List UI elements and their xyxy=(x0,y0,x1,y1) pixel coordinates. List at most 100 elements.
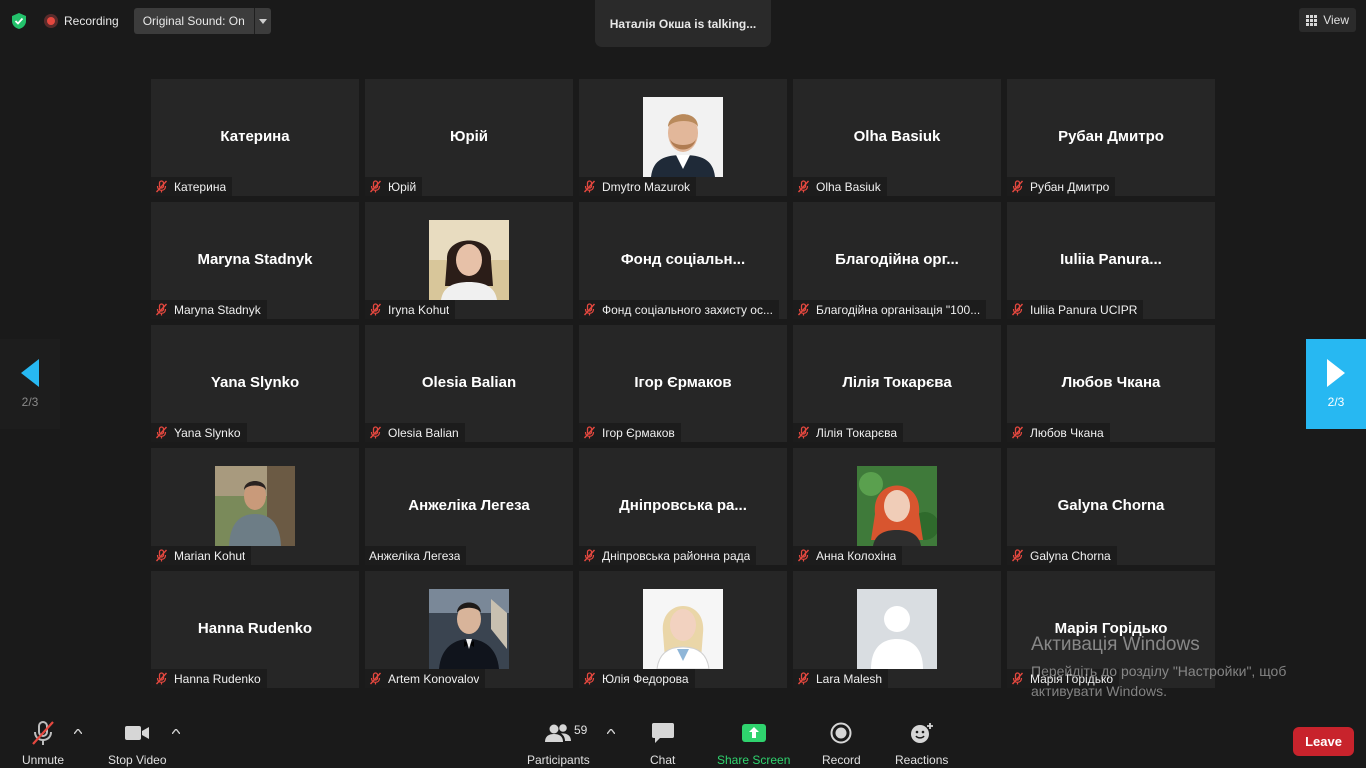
participant-photo xyxy=(429,589,509,669)
top-left-status: Recording Original Sound: On xyxy=(8,8,271,34)
participant-tile[interactable]: Анжеліка Легеза Анжеліка Легеза xyxy=(365,448,573,565)
participant-name-label: Катерина xyxy=(151,177,233,196)
stop-video-label: Stop Video xyxy=(108,753,167,767)
stop-video-button[interactable]: Stop Video xyxy=(108,720,167,767)
participant-name-text: Рубан Дмитро xyxy=(1030,179,1110,194)
audio-options-caret-icon[interactable] xyxy=(73,726,83,736)
participant-display-name: Hanna Rudenko xyxy=(197,620,313,637)
previous-page-button[interactable]: 2/3 xyxy=(0,339,60,429)
video-options-caret-icon[interactable] xyxy=(171,726,181,736)
chat-label: Chat xyxy=(650,753,676,767)
participant-display-name: Любов Чкана xyxy=(1061,374,1161,391)
participant-name-label: Любов Чкана xyxy=(1007,423,1110,442)
participants-options-caret-icon[interactable] xyxy=(606,726,616,736)
original-sound-button[interactable]: Original Sound: On xyxy=(134,8,254,34)
record-button[interactable]: Record xyxy=(822,720,861,767)
muted-mic-icon xyxy=(797,672,816,685)
participant-name-text: Marian Kohut xyxy=(174,548,246,563)
leave-button[interactable]: Leave xyxy=(1293,727,1354,756)
participant-display-name: Maryna Stadnyk xyxy=(197,251,313,268)
participant-name-text: Maryna Stadnyk xyxy=(174,302,261,317)
participant-photo xyxy=(215,466,295,546)
participant-name-text: Юрій xyxy=(388,179,417,194)
muted-mic-icon xyxy=(583,303,602,316)
reactions-button[interactable]: Reactions xyxy=(895,720,948,767)
participant-photo xyxy=(857,466,937,546)
muted-mic-icon xyxy=(369,672,388,685)
participant-display-name: Galyna Chorna xyxy=(1057,497,1165,514)
participant-tile[interactable]: Hanna Rudenko Hanna Rudenko xyxy=(151,571,359,688)
share-screen-button[interactable]: Share Screen xyxy=(717,720,790,767)
record-label: Record xyxy=(822,753,861,767)
participant-display-name: Юрій xyxy=(449,128,489,145)
participant-name-label: Maryna Stadnyk xyxy=(151,300,267,319)
muted-mic-icon xyxy=(1011,180,1030,193)
next-page-button[interactable]: 2/3 xyxy=(1306,339,1366,429)
muted-mic-icon xyxy=(155,549,174,562)
participant-display-name: Дніпровська ра... xyxy=(619,497,747,514)
participant-tile[interactable]: Iryna Kohut xyxy=(365,202,573,319)
participant-tile[interactable]: Рубан Дмитро Рубан Дмитро xyxy=(1007,79,1215,196)
participant-tile[interactable]: Катерина Катерина xyxy=(151,79,359,196)
muted-mic-icon xyxy=(155,303,174,316)
participant-name-text: Olesia Balian xyxy=(388,425,459,440)
participant-tile[interactable]: Ігор Єрмаков Ігор Єрмаков xyxy=(579,325,787,442)
participant-tile[interactable]: Лілія Токарєва Лілія Токарєва xyxy=(793,325,1001,442)
participant-tile[interactable]: Благодійна орг... Благодійна організація … xyxy=(793,202,1001,319)
participant-display-name: Olesia Balian xyxy=(421,374,517,391)
participant-name-text: Dmytro Mazurok xyxy=(602,179,691,194)
participant-name-label: Galyna Chorna xyxy=(1007,546,1117,565)
participant-name-label: Фонд соціального захисту ос... xyxy=(579,300,779,319)
recording-dot-icon xyxy=(44,14,58,28)
participant-name-label: Marian Kohut xyxy=(151,546,252,565)
view-button[interactable]: View xyxy=(1299,8,1356,32)
participant-tile[interactable]: Фонд соціальн... Фонд соціального захисту… xyxy=(579,202,787,319)
participant-name-label: Iryna Kohut xyxy=(365,300,456,319)
participant-name-label: Yana Slynko xyxy=(151,423,247,442)
participant-name-text: Ігор Єрмаков xyxy=(602,425,675,440)
add-reaction-smiley-icon xyxy=(910,720,934,746)
participants-label: Participants xyxy=(527,753,590,767)
participant-display-name: Лілія Токарєва xyxy=(842,374,952,391)
chat-bubble-icon xyxy=(651,720,675,746)
unmute-button[interactable]: Unmute xyxy=(22,720,64,767)
participant-name-text: Любов Чкана xyxy=(1030,425,1104,440)
participant-name-label: Дніпровська районна рада xyxy=(579,546,757,565)
participant-name-text: Катерина xyxy=(174,179,227,194)
unmute-label: Unmute xyxy=(22,753,65,767)
original-sound-dropdown-caret-icon[interactable] xyxy=(253,8,271,34)
participant-tile[interactable]: Olesia Balian Olesia Balian xyxy=(365,325,573,442)
participant-tile[interactable]: Любов Чкана Любов Чкана xyxy=(1007,325,1215,442)
participant-tile[interactable]: Дніпровська ра... Дніпровська районна рад… xyxy=(579,448,787,565)
muted-mic-icon xyxy=(369,303,388,316)
participant-tile[interactable]: Galyna Chorna Galyna Chorna xyxy=(1007,448,1215,565)
participant-tile[interactable]: Marian Kohut xyxy=(151,448,359,565)
muted-mic-icon xyxy=(1011,549,1030,562)
participant-tile[interactable]: Анна Колохіна xyxy=(793,448,1001,565)
share-screen-label: Share Screen xyxy=(717,753,791,767)
participant-name-label: Artem Konovalov xyxy=(365,669,486,688)
participant-name-label: Анжеліка Легеза xyxy=(365,546,467,565)
participant-tile[interactable]: Lara Malesh xyxy=(793,571,1001,688)
video-camera-icon xyxy=(124,720,150,746)
recording-label: Recording xyxy=(64,14,119,28)
participants-icon xyxy=(544,720,572,746)
security-shield-icon[interactable] xyxy=(8,10,30,32)
muted-mic-icon xyxy=(1011,303,1030,316)
participant-tile[interactable]: Юрій Юрій xyxy=(365,79,573,196)
participant-tile[interactable]: Юлія Федорова xyxy=(579,571,787,688)
triangle-right-icon xyxy=(1327,359,1345,387)
participant-tile[interactable]: Artem Konovalov xyxy=(365,571,573,688)
participant-photo xyxy=(643,97,723,177)
participant-tile[interactable]: Iuliia Panura... Iuliia Panura UCIPR xyxy=(1007,202,1215,319)
participant-tile[interactable]: Olha Basiuk Olha Basiuk xyxy=(793,79,1001,196)
participant-tile[interactable]: Yana Slynko Yana Slynko xyxy=(151,325,359,442)
recording-indicator[interactable]: Recording xyxy=(44,14,119,28)
muted-mic-icon xyxy=(1011,426,1030,439)
watermark-subtitle: Перейдіть до розділу "Настройки", щоб ак… xyxy=(1031,663,1287,699)
participant-tile[interactable]: Maryna Stadnyk Maryna Stadnyk xyxy=(151,202,359,319)
participant-name-label: Рубан Дмитро xyxy=(1007,177,1116,196)
grid-view-icon xyxy=(1306,14,1318,26)
chat-button[interactable]: Chat xyxy=(650,720,675,767)
participant-tile[interactable]: Dmytro Mazurok xyxy=(579,79,787,196)
